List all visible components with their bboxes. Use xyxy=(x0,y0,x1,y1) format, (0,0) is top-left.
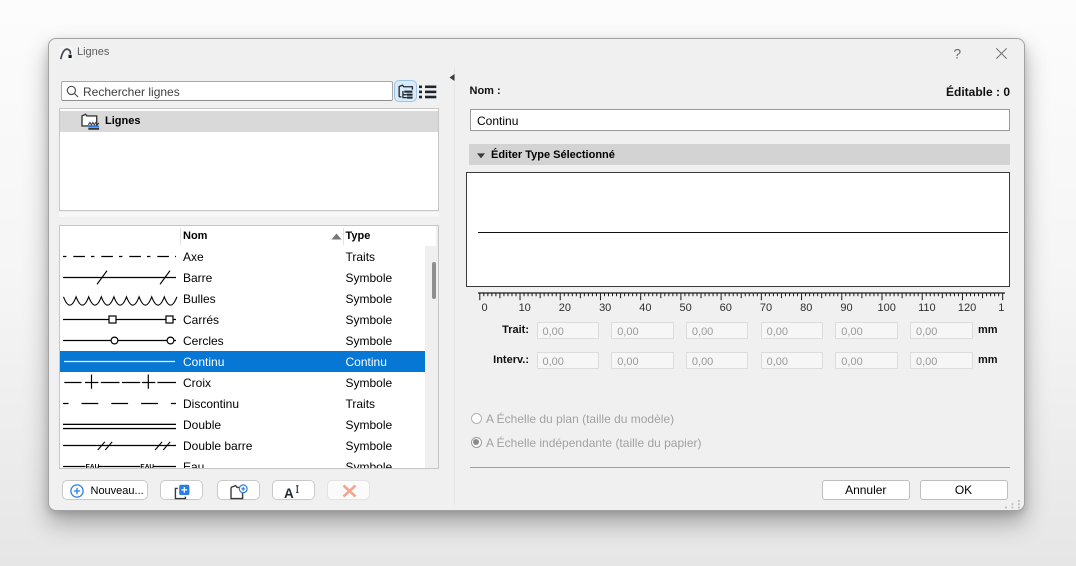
svg-text:120: 120 xyxy=(958,302,976,314)
svg-text:80: 80 xyxy=(800,302,812,314)
svg-text:A: A xyxy=(284,486,294,500)
svg-text:EAU: EAU xyxy=(140,463,154,469)
svg-text:50: 50 xyxy=(679,302,691,314)
svg-text:70: 70 xyxy=(760,302,772,314)
svg-text:100: 100 xyxy=(878,302,896,314)
svg-text:?: ? xyxy=(953,46,961,62)
svg-text:30: 30 xyxy=(599,302,611,314)
svg-text:40: 40 xyxy=(639,302,651,314)
svg-text:20: 20 xyxy=(559,302,571,314)
svg-text:10: 10 xyxy=(519,302,531,314)
svg-text:EAU: EAU xyxy=(86,463,100,469)
svg-text:90: 90 xyxy=(840,302,852,314)
svg-text:130: 130 xyxy=(998,302,1005,314)
svg-text:60: 60 xyxy=(720,302,732,314)
svg-text:0: 0 xyxy=(481,302,487,314)
svg-text:110: 110 xyxy=(918,302,936,314)
